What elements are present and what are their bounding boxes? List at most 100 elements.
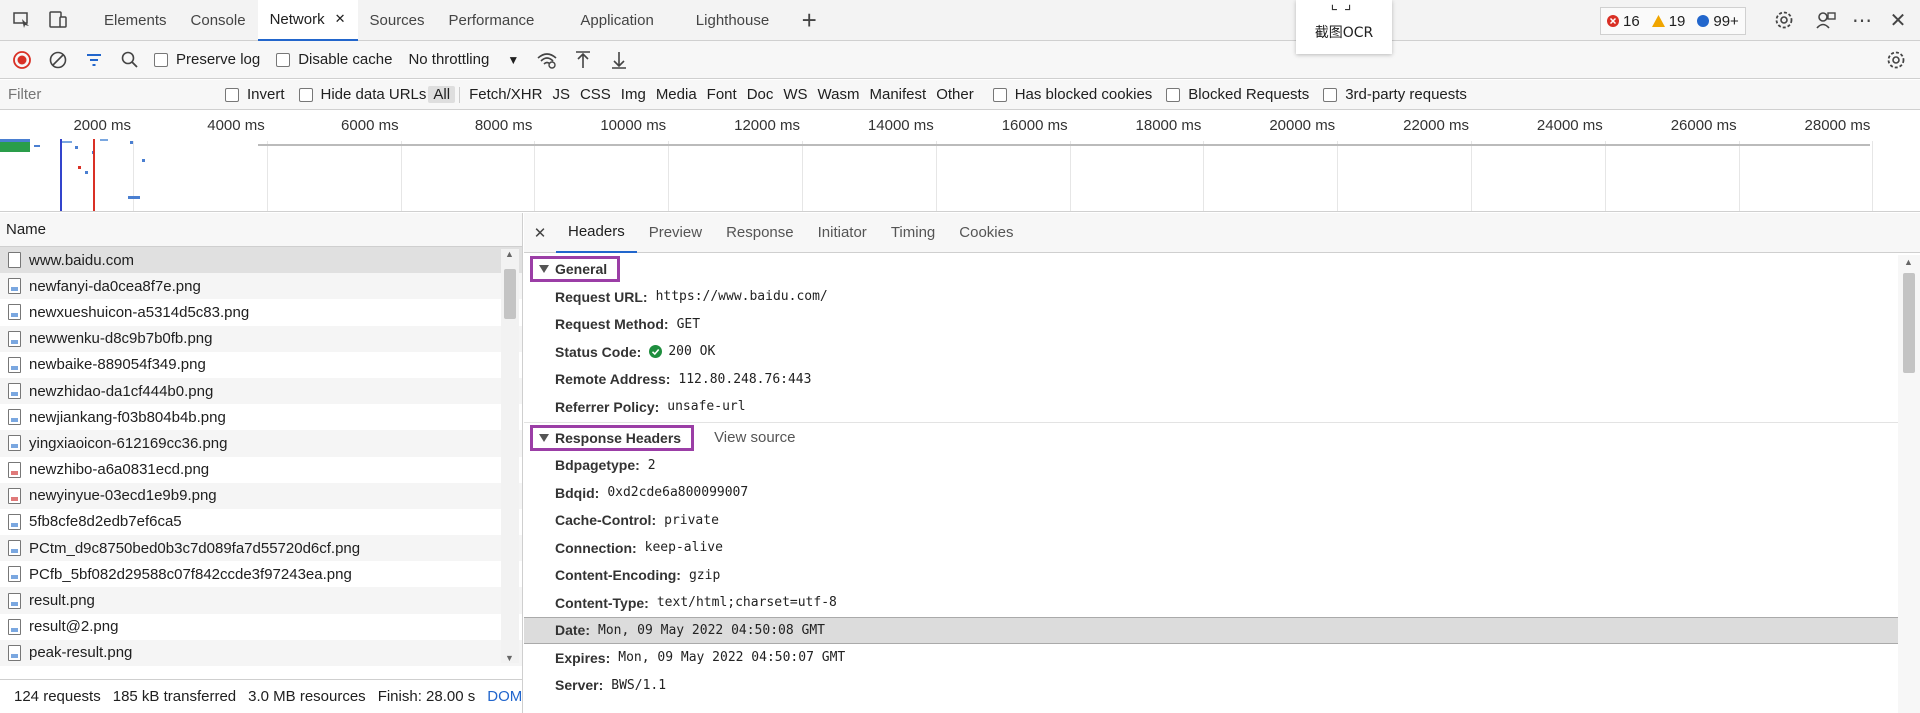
- scrollbar-thumb[interactable]: [1903, 273, 1915, 373]
- filter-input[interactable]: [0, 81, 205, 108]
- header-row[interactable]: Expires: Mon, 09 May 2022 04:50:07 GMT: [524, 644, 1920, 672]
- feedback-icon[interactable]: [1808, 2, 1844, 38]
- details-scrollbar[interactable]: ▲: [1898, 255, 1920, 713]
- header-row[interactable]: Date: Mon, 09 May 2022 04:50:08 GMT: [524, 616, 1920, 644]
- network-overview-timeline[interactable]: 2000 ms 4000 ms 6000 ms 8000 ms 10000 ms 1200…: [0, 111, 1920, 212]
- dropdown-arrow-icon: ▼: [507, 52, 520, 67]
- request-row[interactable]: newjiankang-f03b804b4b.png: [0, 404, 522, 430]
- settings-gear-icon[interactable]: [1766, 2, 1802, 38]
- ocr-popup[interactable]: ⌞⌟ 截图OCR: [1296, 0, 1392, 54]
- request-row[interactable]: PCfb_5bf082d29588c07f842ccde3f97243ea.pn…: [0, 561, 522, 587]
- type-filter-fetch-xhr[interactable]: Fetch/XHR: [464, 86, 547, 103]
- scroll-up-icon[interactable]: ▲: [505, 249, 514, 259]
- request-row[interactable]: peak-result.png: [0, 639, 522, 666]
- request-row[interactable]: result.png: [0, 587, 522, 614]
- header-row[interactable]: Cache-Control: private: [524, 507, 1920, 535]
- request-row[interactable]: newfanyi-da0cea8f7e.png: [0, 273, 522, 300]
- request-list-scrollbar[interactable]: ▲ ▼: [501, 249, 519, 663]
- inspect-element-icon[interactable]: [4, 2, 40, 38]
- scroll-up-icon[interactable]: ▲: [1904, 257, 1913, 267]
- header-row[interactable]: Request Method: GET: [524, 311, 1920, 339]
- close-tab-icon[interactable]: ✕: [335, 11, 346, 27]
- tab-sources[interactable]: Sources: [358, 0, 437, 40]
- throttling-select[interactable]: No throttling ▼: [408, 51, 519, 68]
- network-conditions-icon[interactable]: [529, 42, 565, 78]
- has-blocked-cookies-checkbox[interactable]: [992, 87, 1007, 102]
- blocked-requests-checkbox[interactable]: [1166, 87, 1181, 102]
- request-row[interactable]: newwenku-d8c9b7b0fb.png: [0, 325, 522, 352]
- tab-cookies[interactable]: Cookies: [947, 213, 1025, 253]
- header-row[interactable]: Server: BWS/1.1: [524, 672, 1920, 700]
- disable-cache-checkbox[interactable]: [276, 52, 291, 67]
- tab-application[interactable]: Application: [568, 0, 665, 40]
- type-filter-ws[interactable]: WS: [778, 86, 812, 103]
- request-row[interactable]: newyinyue-03ecd1e9b9.png: [0, 482, 522, 509]
- tab-performance[interactable]: Performance: [437, 0, 547, 40]
- tab-headers[interactable]: Headers: [556, 213, 637, 253]
- request-row[interactable]: www.baidu.com: [0, 247, 522, 274]
- tab-timing[interactable]: Timing: [879, 213, 947, 253]
- network-settings-gear-icon[interactable]: [1878, 42, 1914, 78]
- request-row[interactable]: newzhibo-a6a0831ecd.png: [0, 457, 522, 483]
- clear-icon[interactable]: [40, 42, 76, 78]
- record-stop-icon[interactable]: [4, 42, 40, 78]
- header-row[interactable]: Content-Encoding: gzip: [524, 562, 1920, 590]
- third-party-checkbox[interactable]: [1323, 87, 1338, 102]
- request-row[interactable]: newxueshuicon-a5314d5c83.png: [0, 299, 522, 325]
- request-row[interactable]: newzhidao-da1cf444b0.png: [0, 377, 522, 405]
- type-filter-media[interactable]: Media: [651, 86, 702, 103]
- header-row[interactable]: Bdqid: 0xd2cde6a800099007: [524, 479, 1920, 507]
- tab-preview[interactable]: Preview: [637, 213, 714, 253]
- type-filter-other[interactable]: Other: [931, 86, 979, 103]
- preserve-log-checkbox[interactable]: [154, 52, 168, 67]
- import-har-icon[interactable]: [565, 42, 601, 78]
- request-row[interactable]: yingxiaoicon-612169cc36.png: [0, 430, 522, 457]
- type-filter-all[interactable]: All: [428, 86, 456, 103]
- add-tab-icon[interactable]: +: [791, 2, 827, 38]
- scrollbar-thumb[interactable]: [504, 269, 516, 319]
- tab-console[interactable]: Console: [179, 0, 258, 40]
- request-row[interactable]: newbaike-889054f349.png: [0, 352, 522, 378]
- request-row[interactable]: result@2.png: [0, 614, 522, 640]
- type-filter-js[interactable]: JS: [547, 86, 575, 103]
- tab-response[interactable]: Response: [714, 213, 806, 253]
- header-row[interactable]: Status Code: 200 OK: [524, 338, 1920, 366]
- close-details-icon[interactable]: ✕: [524, 215, 556, 251]
- name-column-header[interactable]: Name: [0, 213, 522, 247]
- type-filter-doc[interactable]: Doc: [742, 86, 779, 103]
- type-filter-img[interactable]: Img: [616, 86, 651, 103]
- tab-lighthouse[interactable]: Lighthouse: [684, 0, 781, 40]
- scroll-down-icon[interactable]: ▼: [505, 653, 514, 663]
- more-options-icon[interactable]: ⋯: [1844, 2, 1880, 38]
- header-value: text/html;charset=utf-8: [656, 595, 837, 611]
- header-row[interactable]: Content-Type: text/html;charset=utf-8: [524, 589, 1920, 617]
- filter-icon[interactable]: [76, 42, 112, 78]
- tab-initiator[interactable]: Initiator: [806, 213, 879, 253]
- response-headers-section-header[interactable]: Response Headers View source: [524, 424, 1920, 452]
- disable-cache-label: Disable cache: [298, 51, 393, 68]
- header-value: Mon, 09 May 2022 04:50:07 GMT: [618, 650, 846, 666]
- general-section-header[interactable]: General: [524, 255, 1920, 283]
- header-row[interactable]: Request URL: https://www.baidu.com/: [524, 283, 1920, 311]
- transferred-size: 185 kB transferred: [112, 688, 237, 705]
- tab-network[interactable]: Network ✕: [257, 0, 358, 41]
- view-source-link[interactable]: View source: [714, 429, 795, 446]
- header-row[interactable]: Referrer Policy: unsafe-url: [524, 393, 1920, 421]
- header-row[interactable]: Bdpagetype: 2: [524, 452, 1920, 480]
- type-filter-font[interactable]: Font: [702, 86, 742, 103]
- header-row[interactable]: Connection: keep-alive: [524, 534, 1920, 562]
- request-row[interactable]: 5fb8cfe8d2edb7ef6ca5: [0, 509, 522, 535]
- tab-elements[interactable]: Elements: [92, 0, 179, 40]
- header-row[interactable]: Remote Address: 112.80.248.76:443: [524, 366, 1920, 394]
- export-har-icon[interactable]: [601, 42, 637, 78]
- request-row[interactable]: PCtm_d9c8750bed0b3c7d089fa7d55720d6cf.pn…: [0, 535, 522, 562]
- close-devtools-icon[interactable]: ✕: [1880, 2, 1916, 38]
- search-icon[interactable]: [112, 42, 148, 78]
- type-filter-wasm[interactable]: Wasm: [813, 86, 865, 103]
- device-toolbar-icon[interactable]: [40, 2, 76, 38]
- type-filter-css[interactable]: CSS: [575, 86, 616, 103]
- type-filter-manifest[interactable]: Manifest: [865, 86, 932, 103]
- invert-checkbox[interactable]: [225, 87, 239, 102]
- issues-badges[interactable]: 16 19 99+: [1600, 7, 1746, 35]
- hide-data-urls-checkbox[interactable]: [298, 87, 313, 102]
